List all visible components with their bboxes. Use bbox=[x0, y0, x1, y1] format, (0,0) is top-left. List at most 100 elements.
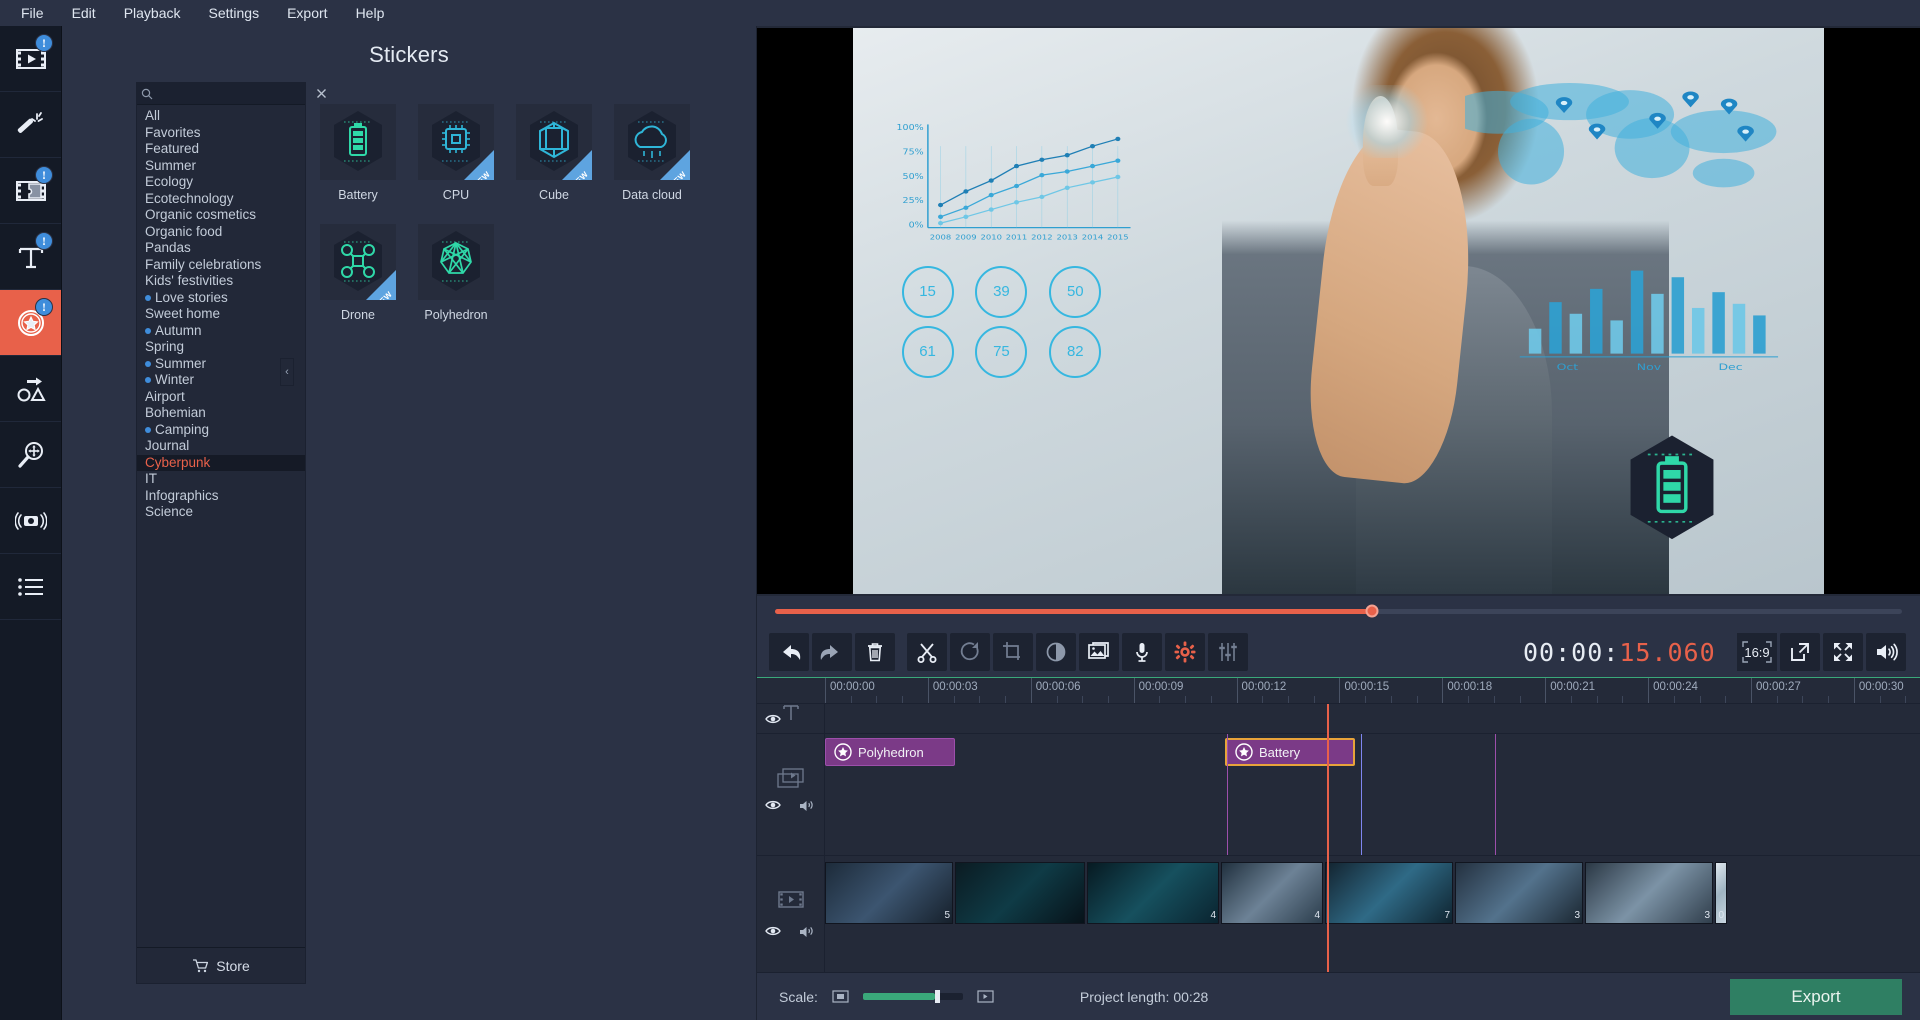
search-row[interactable] bbox=[137, 83, 305, 105]
volume-button[interactable] bbox=[1866, 633, 1906, 671]
zoom-out-film-icon[interactable] bbox=[832, 989, 849, 1004]
rail-item-stickers[interactable]: ! bbox=[0, 290, 61, 356]
category-item-love-stories[interactable]: Love stories bbox=[137, 290, 305, 307]
timeline-video-clip[interactable]: 4 bbox=[1087, 862, 1219, 924]
timeline-video-clip[interactable]: 7 bbox=[1325, 862, 1453, 924]
sticker-thumbnail[interactable]: NEW bbox=[418, 104, 494, 180]
category-item-infographics[interactable]: Infographics bbox=[137, 488, 305, 505]
sticker-tile-cpu[interactable]: NEW CPU bbox=[418, 104, 494, 202]
hud-ring-0: 15 bbox=[902, 266, 954, 318]
track-visibility-toggle[interactable] bbox=[765, 924, 781, 938]
track-visibility-toggle[interactable] bbox=[765, 798, 781, 812]
category-item-family-celebrations[interactable]: Family celebrations bbox=[137, 257, 305, 274]
sticker-thumbnail[interactable]: NEW bbox=[320, 224, 396, 300]
color-adjust-button[interactable] bbox=[1036, 633, 1076, 671]
rail-item-titles[interactable]: ! bbox=[0, 224, 61, 290]
seek-slider[interactable] bbox=[775, 609, 1902, 614]
track-mute-toggle[interactable] bbox=[799, 799, 814, 811]
rail-item-import-media[interactable]: ! bbox=[0, 26, 61, 92]
category-item-favorites[interactable]: Favorites bbox=[137, 125, 305, 142]
timeline-video-clip[interactable]: 4 bbox=[1221, 862, 1323, 924]
category-item-kids-festivities[interactable]: Kids' festivities bbox=[137, 273, 305, 290]
category-item-autumn[interactable]: Autumn bbox=[137, 323, 305, 340]
category-item-ecology[interactable]: Ecology bbox=[137, 174, 305, 191]
search-input[interactable] bbox=[157, 87, 312, 101]
sticker-tile-polyhedron[interactable]: Polyhedron bbox=[418, 224, 494, 322]
menu-file[interactable]: File bbox=[8, 1, 57, 25]
category-item-pandas[interactable]: Pandas bbox=[137, 240, 305, 257]
category-item-organic-food[interactable]: Organic food bbox=[137, 224, 305, 241]
timecode-display[interactable]: 00:00:15.060 bbox=[1523, 626, 1716, 678]
timeline-video-clip[interactable] bbox=[955, 862, 1085, 924]
rail-item-animation[interactable] bbox=[0, 356, 61, 422]
ruler-tick-minor bbox=[1417, 696, 1418, 703]
timeline-video-clip[interactable]: 0 bbox=[1715, 862, 1727, 924]
menu-playback[interactable]: Playback bbox=[111, 1, 194, 25]
track-header-titles[interactable] bbox=[757, 704, 825, 733]
timeline-video-clip[interactable]: 3 bbox=[1455, 862, 1583, 924]
timeline-ruler[interactable]: 00:00:0000:00:0300:00:0600:00:0900:00:12… bbox=[757, 678, 1920, 704]
sticker-thumbnail[interactable] bbox=[418, 224, 494, 300]
sticker-tile-data-cloud[interactable]: NEW Data cloud bbox=[614, 104, 690, 202]
category-item-cyberpunk[interactable]: Cyberpunk bbox=[137, 455, 305, 472]
clear-search-icon[interactable] bbox=[316, 88, 327, 99]
store-button[interactable]: Store bbox=[137, 947, 305, 983]
category-item-science[interactable]: Science bbox=[137, 504, 305, 521]
collapse-panel-handle[interactable]: ‹ bbox=[280, 358, 294, 386]
fullscreen-button[interactable] bbox=[1823, 633, 1863, 671]
scale-handle[interactable] bbox=[935, 990, 940, 1003]
category-item-sweet-home[interactable]: Sweet home bbox=[137, 306, 305, 323]
rail-item-filters[interactable] bbox=[0, 92, 61, 158]
sticker-thumbnail[interactable]: NEW bbox=[516, 104, 592, 180]
seek-handle[interactable] bbox=[1366, 605, 1379, 618]
category-item-airport[interactable]: Airport bbox=[137, 389, 305, 406]
delete-button[interactable] bbox=[855, 633, 895, 671]
track-visibility-toggle[interactable] bbox=[765, 712, 781, 726]
rail-item-transitions[interactable]: ! bbox=[0, 158, 61, 224]
rail-item-pan-and-zoom[interactable] bbox=[0, 422, 61, 488]
sticker-thumbnail[interactable] bbox=[320, 104, 396, 180]
menu-help[interactable]: Help bbox=[343, 1, 398, 25]
split-button[interactable] bbox=[907, 633, 947, 671]
timeline-video-clip[interactable]: 5 bbox=[825, 862, 953, 924]
redo-button[interactable] bbox=[812, 633, 852, 671]
record-audio-button[interactable] bbox=[1122, 633, 1162, 671]
scale-slider[interactable] bbox=[863, 993, 963, 1000]
sticker-tile-battery[interactable]: Battery bbox=[320, 104, 396, 202]
rail-item-more-tools[interactable] bbox=[0, 554, 61, 620]
undo-button[interactable] bbox=[769, 633, 809, 671]
category-item-journal[interactable]: Journal bbox=[137, 438, 305, 455]
category-item-summer[interactable]: Summer bbox=[137, 158, 305, 175]
category-item-it[interactable]: IT bbox=[137, 471, 305, 488]
aspect-ratio-button[interactable]: 16:9 bbox=[1737, 633, 1777, 671]
track-mute-toggle[interactable] bbox=[799, 925, 814, 937]
track-header-overlay[interactable] bbox=[757, 734, 825, 855]
sticker-tile-cube[interactable]: NEW Cube bbox=[516, 104, 592, 202]
timeline-video-clip[interactable]: 3 bbox=[1585, 862, 1713, 924]
menu-settings[interactable]: Settings bbox=[196, 1, 273, 25]
detach-preview-button[interactable] bbox=[1780, 633, 1820, 671]
track-header-video[interactable] bbox=[757, 856, 825, 972]
category-item-camping[interactable]: Camping bbox=[137, 422, 305, 439]
menu-export[interactable]: Export bbox=[274, 1, 340, 25]
timeline-clip-battery[interactable]: Battery bbox=[1225, 738, 1355, 766]
category-item-bohemian[interactable]: Bohemian bbox=[137, 405, 305, 422]
export-button[interactable]: Export bbox=[1730, 979, 1902, 1015]
rotate-button[interactable] bbox=[950, 633, 990, 671]
menu-edit[interactable]: Edit bbox=[59, 1, 109, 25]
clip-properties-button[interactable] bbox=[1165, 633, 1205, 671]
zoom-in-film-icon[interactable] bbox=[977, 989, 994, 1004]
image-properties-button[interactable] bbox=[1079, 633, 1119, 671]
sticker-tile-drone[interactable]: NEW Drone bbox=[320, 224, 396, 322]
sticker-thumbnail[interactable]: NEW bbox=[614, 104, 690, 180]
category-item-featured[interactable]: Featured bbox=[137, 141, 305, 158]
category-item-ecotechnology[interactable]: Ecotechnology bbox=[137, 191, 305, 208]
category-item-all[interactable]: All bbox=[137, 108, 305, 125]
timeline-clip-polyhedron[interactable]: Polyhedron bbox=[825, 738, 955, 766]
equalizer-button[interactable] bbox=[1208, 633, 1248, 671]
crop-button[interactable] bbox=[993, 633, 1033, 671]
category-item-spring[interactable]: Spring bbox=[137, 339, 305, 356]
category-item-organic-cosmetics[interactable]: Organic cosmetics bbox=[137, 207, 305, 224]
playhead[interactable] bbox=[1327, 704, 1329, 972]
rail-item-stabilization[interactable] bbox=[0, 488, 61, 554]
